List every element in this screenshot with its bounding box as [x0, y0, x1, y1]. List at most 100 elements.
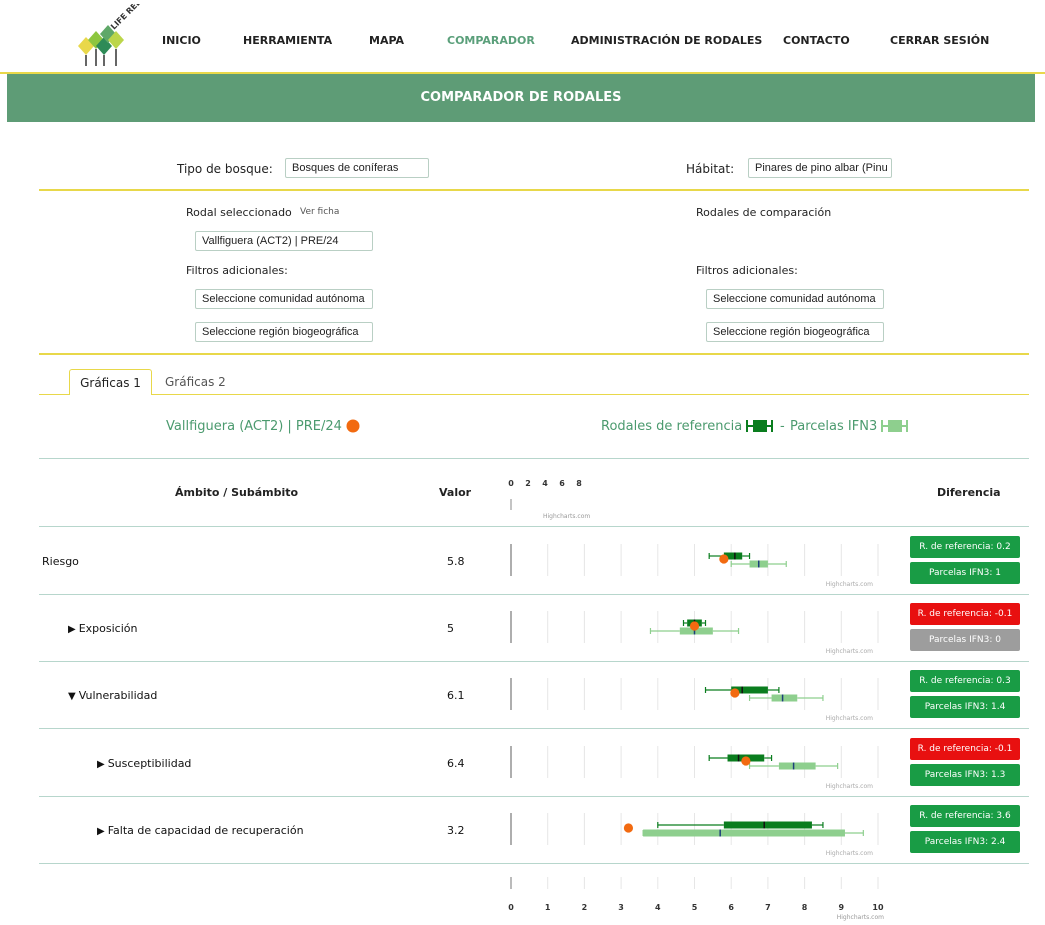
ifn3-diff-badge[interactable]: Parcelas IFN3: 1: [910, 562, 1020, 584]
row-label-text: Susceptibilidad: [107, 757, 192, 770]
axis-tick-label: 10: [872, 903, 884, 912]
axis-tick-label: 0: [508, 903, 514, 912]
logo-leaves-icon: [78, 25, 124, 66]
column-header-ambito: Ámbito / Subámbito: [175, 486, 299, 499]
nav-comparador[interactable]: COMPARADOR: [447, 34, 535, 47]
right-comunidad-select[interactable]: Seleccione comunidad autónoma: [706, 289, 884, 309]
row-value: 5: [447, 622, 454, 635]
legend-selected-dot-icon: [346, 419, 360, 433]
nav-administracion-rodales[interactable]: ADMINISTRACIÓN DE RODALES: [571, 34, 762, 47]
row-label[interactable]: ▶ Falta de capacidad de recuperación: [97, 824, 304, 837]
highcharts-credit: Highcharts.com: [826, 783, 873, 790]
selected-stand-point: [719, 554, 729, 564]
header-tick-label: 4: [542, 479, 548, 488]
table-top-border: [39, 458, 1029, 459]
reference-box: [723, 821, 812, 829]
reference-diff-badge[interactable]: R. de referencia: 0.3: [910, 670, 1020, 692]
axis-tick-label: 4: [655, 903, 661, 912]
axis-tick-label: 2: [582, 903, 588, 912]
tabs-baseline: [39, 394, 1029, 395]
selected-stand-point: [730, 688, 740, 698]
logo-text: LIFE RED BOSQUES CLIMA: [109, 4, 150, 31]
boxplot-chart: Highcharts.com Highcharts.com Highcharts.c…: [508, 544, 884, 921]
axis-tick-label: 7: [765, 903, 771, 912]
highcharts-credit: Highcharts.com: [837, 914, 884, 921]
row-value: 5.8: [447, 555, 465, 568]
header-tick-label: 8: [576, 479, 582, 488]
left-comunidad-select[interactable]: Seleccione comunidad autónoma: [195, 289, 373, 309]
selected-stand-point: [741, 756, 751, 766]
highcharts-credit: Highcharts.com: [826, 715, 873, 722]
section-divider-2: [39, 353, 1029, 355]
row-label: Riesgo: [42, 555, 79, 568]
row-value: 3.2: [447, 824, 465, 837]
right-filters-label: Filtros adicionales:: [696, 264, 798, 277]
nav-inicio[interactable]: INICIO: [162, 34, 201, 47]
forest-type-select[interactable]: Bosques de coníferas: [285, 158, 429, 178]
legend-selected-label: Vallfiguera (ACT2) | PRE/24: [166, 419, 342, 434]
ifn3-diff-badge[interactable]: Parcelas IFN3: 2.4: [910, 831, 1020, 853]
selected-stand-title: Rodal seleccionado: [186, 206, 292, 219]
row-value: 6.4: [447, 757, 465, 770]
header-mini-axis: 0 2 4 6 8 Highcharts.com: [508, 479, 590, 520]
axis-tick-label: 1: [545, 903, 551, 912]
header-tick-label: 0: [508, 479, 514, 488]
legend-separator: -: [780, 419, 785, 434]
ver-ficha-link[interactable]: Ver ficha: [300, 207, 339, 217]
reference-diff-badge[interactable]: R. de referencia: -0.1: [910, 738, 1020, 760]
highcharts-credit: Highcharts.com: [826, 648, 873, 655]
nav-herramienta[interactable]: HERRAMIENTA: [243, 34, 332, 47]
logo[interactable]: LIFE RED BOSQUES CLIMA: [70, 4, 150, 70]
section-divider: [39, 189, 1029, 191]
legend-ifn3-label: Parcelas IFN3: [790, 419, 878, 434]
habitat-select[interactable]: Pinares de pino albar (Pinu: [748, 158, 892, 178]
axis-tick-label: 6: [728, 903, 734, 912]
legend-reference-box-icon: [746, 420, 773, 432]
nav-mapa[interactable]: MAPA: [369, 34, 404, 47]
row-label[interactable]: ▶ Exposición: [68, 622, 137, 635]
selected-stand-point: [689, 621, 700, 631]
axis-tick-label: 8: [802, 903, 808, 912]
caret-right-icon[interactable]: ▶: [97, 826, 105, 837]
caret-down-icon[interactable]: ▼: [68, 691, 76, 702]
habitat-label: Hábitat:: [686, 162, 735, 176]
column-header-diferencia: Diferencia: [937, 486, 1001, 499]
caret-right-icon[interactable]: ▶: [68, 624, 76, 635]
legend-ifn3-box-icon: [881, 420, 908, 432]
row-value: 6.1: [447, 689, 465, 702]
nav-cerrar-sesion[interactable]: CERRAR SESIÓN: [890, 34, 989, 47]
column-header-valor: Valor: [439, 486, 472, 499]
comparison-stands-title: Rodales de comparación: [696, 206, 832, 219]
axis-tick-label: 5: [692, 903, 698, 912]
axis-tick-label: 3: [618, 903, 624, 912]
forest-type-label: Tipo de bosque:: [177, 162, 273, 176]
tab-graficas-2[interactable]: Gráficas 2: [165, 375, 226, 389]
highcharts-credit: Highcharts.com: [826, 581, 873, 588]
row-label[interactable]: ▼ Vulnerabilidad: [68, 689, 157, 702]
right-region-select[interactable]: Seleccione región biogeográfica: [706, 322, 884, 342]
selected-stand-select[interactable]: Vallfiguera (ACT2) | PRE/24: [195, 231, 373, 251]
ifn3-diff-badge[interactable]: Parcelas IFN3: 1.3: [910, 764, 1020, 786]
highcharts-credit: Highcharts.com: [543, 513, 590, 520]
axis-tick-label: 9: [839, 903, 845, 912]
caret-right-icon[interactable]: ▶: [97, 759, 105, 770]
reference-diff-badge[interactable]: R. de referencia: -0.1: [910, 603, 1020, 625]
ifn3-diff-badge[interactable]: Parcelas IFN3: 0: [910, 629, 1020, 651]
nav-contacto[interactable]: CONTACTO: [783, 34, 850, 47]
row-label-text: Falta de capacidad de recuperación: [107, 824, 304, 837]
row-label-text: Riesgo: [42, 555, 79, 568]
reference-diff-badge[interactable]: R. de referencia: 0.2: [910, 536, 1020, 558]
legend-reference-label: Rodales de referencia: [601, 419, 743, 434]
left-region-select[interactable]: Seleccione región biogeográfica: [195, 322, 373, 342]
header-tick-label: 2: [525, 479, 531, 488]
reference-diff-badge[interactable]: R. de referencia: 3.6: [910, 805, 1020, 827]
ifn3-diff-badge[interactable]: Parcelas IFN3: 1.4: [910, 696, 1020, 718]
selected-stand-point: [623, 823, 634, 833]
highcharts-credit: Highcharts.com: [826, 850, 873, 857]
ifn3-box: [771, 694, 798, 702]
header-tick-label: 6: [559, 479, 565, 488]
tab-graficas-1[interactable]: Gráficas 1: [69, 369, 152, 395]
row-label-text: Vulnerabilidad: [78, 689, 158, 702]
ifn3-box: [643, 829, 845, 837]
row-label[interactable]: ▶ Susceptibilidad: [97, 757, 191, 770]
